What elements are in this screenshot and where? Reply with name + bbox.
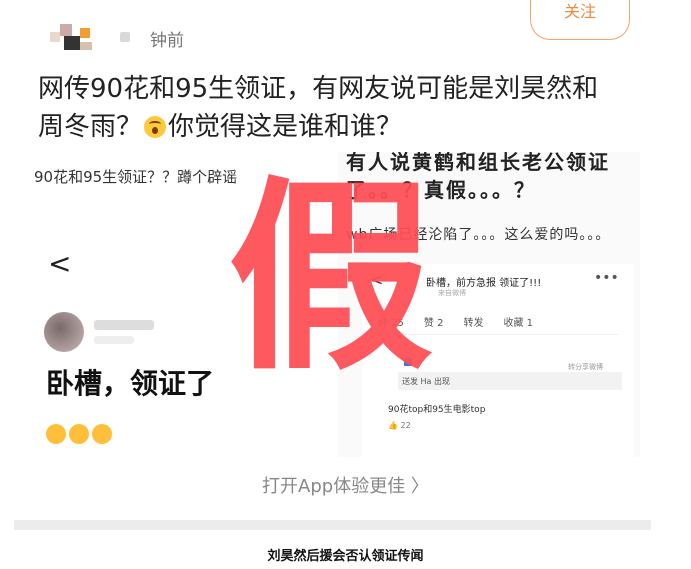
post-text-line2b: 你觉得这是谁和谁？: [168, 112, 403, 142]
fake-stamp: 假: [228, 160, 433, 398]
blurred-sub-left: [94, 336, 134, 344]
blurred-username[interactable]: [120, 32, 130, 42]
phone-like-count: 👍 22: [388, 421, 411, 430]
tab-favorites: 收藏 1: [503, 318, 533, 329]
post-body: 网传90花和95生领证，有网友说可能是刘昊然和 周冬雨？ 你觉得这是谁和谁？: [38, 70, 658, 146]
blurred-avatar[interactable]: [50, 24, 96, 54]
open-app-link[interactable]: 打开App体验更佳 〉: [0, 472, 691, 498]
phone-other-text: 转分享微博: [568, 363, 603, 371]
post-header: 钟前 关注: [0, 0, 691, 60]
image-caption: 刘昊然后援会否认领证传闻: [267, 549, 424, 564]
tab-repost: 转发: [463, 318, 484, 329]
blurred-avatar-left: [44, 312, 84, 352]
phone-post-text: 90花top和95生电影top: [388, 405, 486, 415]
post-text-line2a: 周冬雨？: [38, 112, 143, 142]
post-image[interactable]: 90花和95生领证？？蹲个辟谣 < 卧槽，领证了 有人说黄鹤和组长老公领证 了。…: [28, 152, 640, 457]
more-icon: •••: [594, 270, 619, 286]
follow-button[interactable]: 关注: [530, 0, 630, 40]
surprised-emoji-icon: [144, 116, 167, 138]
phone-title: 卧槽，前方急报 领证了!!!: [426, 278, 542, 289]
post-time: 钟前: [150, 31, 184, 51]
worried-emoji-icons: [46, 424, 115, 448]
back-arrow-icon: <: [48, 247, 72, 280]
phone-subtitle: 来自微博: [438, 289, 466, 297]
left-main-text: 卧槽，领证了: [46, 367, 215, 400]
left-caption: 90花和95生领证？？蹲个辟谣: [34, 168, 238, 186]
blurred-name-left: [94, 320, 154, 330]
section-divider: [14, 520, 651, 530]
post-text-line1: 网传90花和95生领证，有网友说可能是刘昊然和: [38, 74, 599, 104]
